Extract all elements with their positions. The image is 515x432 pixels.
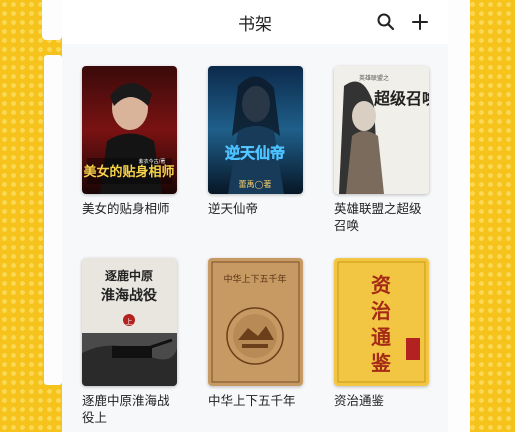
- book-cover: 中华上下五千年: [208, 258, 303, 386]
- book-title: 英雄联盟之超级召唤: [334, 201, 422, 233]
- book-item[interactable]: 逆天仙帝 蕾禹◯著 逆天仙帝: [208, 66, 318, 217]
- side-frame-decoration: [42, 0, 62, 40]
- add-icon[interactable]: [410, 12, 430, 32]
- book-title: 逆天仙帝: [208, 201, 259, 216]
- cover-title-line2: 淮海战役: [101, 287, 158, 304]
- cover-author: 蕾禹◯著: [239, 179, 272, 189]
- book-title: 美女的贴身相师: [82, 201, 170, 216]
- side-frame-decoration: [44, 55, 62, 385]
- book-cover: 超级召唤 英雄联盟之: [334, 66, 429, 194]
- book-cover: 逐鹿中原 淮海战役 上: [82, 258, 177, 386]
- cover-title: 超级召唤: [373, 89, 429, 108]
- book-title: 逐鹿中原淮海战役上: [82, 393, 170, 425]
- cover-title-line1: 逐鹿中原: [105, 268, 153, 283]
- book-item[interactable]: 中华上下五千年 中华上下五千年: [208, 258, 318, 409]
- cover-title: 中华上下五千年: [223, 273, 286, 285]
- book-title: 资治通鉴: [334, 393, 385, 408]
- book-item[interactable]: 逐鹿中原 淮海战役 上 逐鹿中原淮海战役上: [82, 258, 192, 426]
- cover-author: 紫衣今古/著: [139, 158, 166, 165]
- top-bar: 书架: [62, 0, 448, 44]
- bookshelf-grid: 美女的贴身相师 紫衣今古/著 美女的贴身相师 逆天仙帝 蕾禹◯著 逆天仙帝 超级…: [62, 44, 448, 432]
- book-item[interactable]: 超级召唤 英雄联盟之 英雄联盟之超级召唤: [334, 66, 444, 234]
- svg-text:治: 治: [371, 299, 391, 323]
- svg-text:通: 通: [371, 325, 391, 349]
- book-title: 中华上下五千年: [208, 393, 296, 408]
- cover-volume-tag: 上: [126, 317, 133, 326]
- book-item[interactable]: 美女的贴身相师 紫衣今古/著 美女的贴身相师: [82, 66, 192, 217]
- book-cover: 资 治 通 鉴: [334, 258, 429, 386]
- cover-subtitle: 英雄联盟之: [359, 74, 389, 82]
- svg-text:鉴: 鉴: [370, 351, 392, 375]
- search-icon[interactable]: [376, 12, 396, 32]
- side-frame-decoration: [448, 0, 470, 432]
- book-cover: 美女的贴身相师 紫衣今古/著: [82, 66, 177, 194]
- cover-title: 美女的贴身相师: [83, 164, 174, 180]
- book-item[interactable]: 资 治 通 鉴 资治通鉴: [334, 258, 444, 409]
- app-screen: 书架 美女的贴身相师 紫衣今古/著 美女的贴身相师 逆天仙帝 蕾禹◯著 逆天仙帝…: [62, 0, 448, 432]
- book-cover: 逆天仙帝 蕾禹◯著: [208, 66, 303, 194]
- cover-title-char: 资: [371, 273, 391, 297]
- cover-title: 逆天仙帝: [225, 144, 285, 162]
